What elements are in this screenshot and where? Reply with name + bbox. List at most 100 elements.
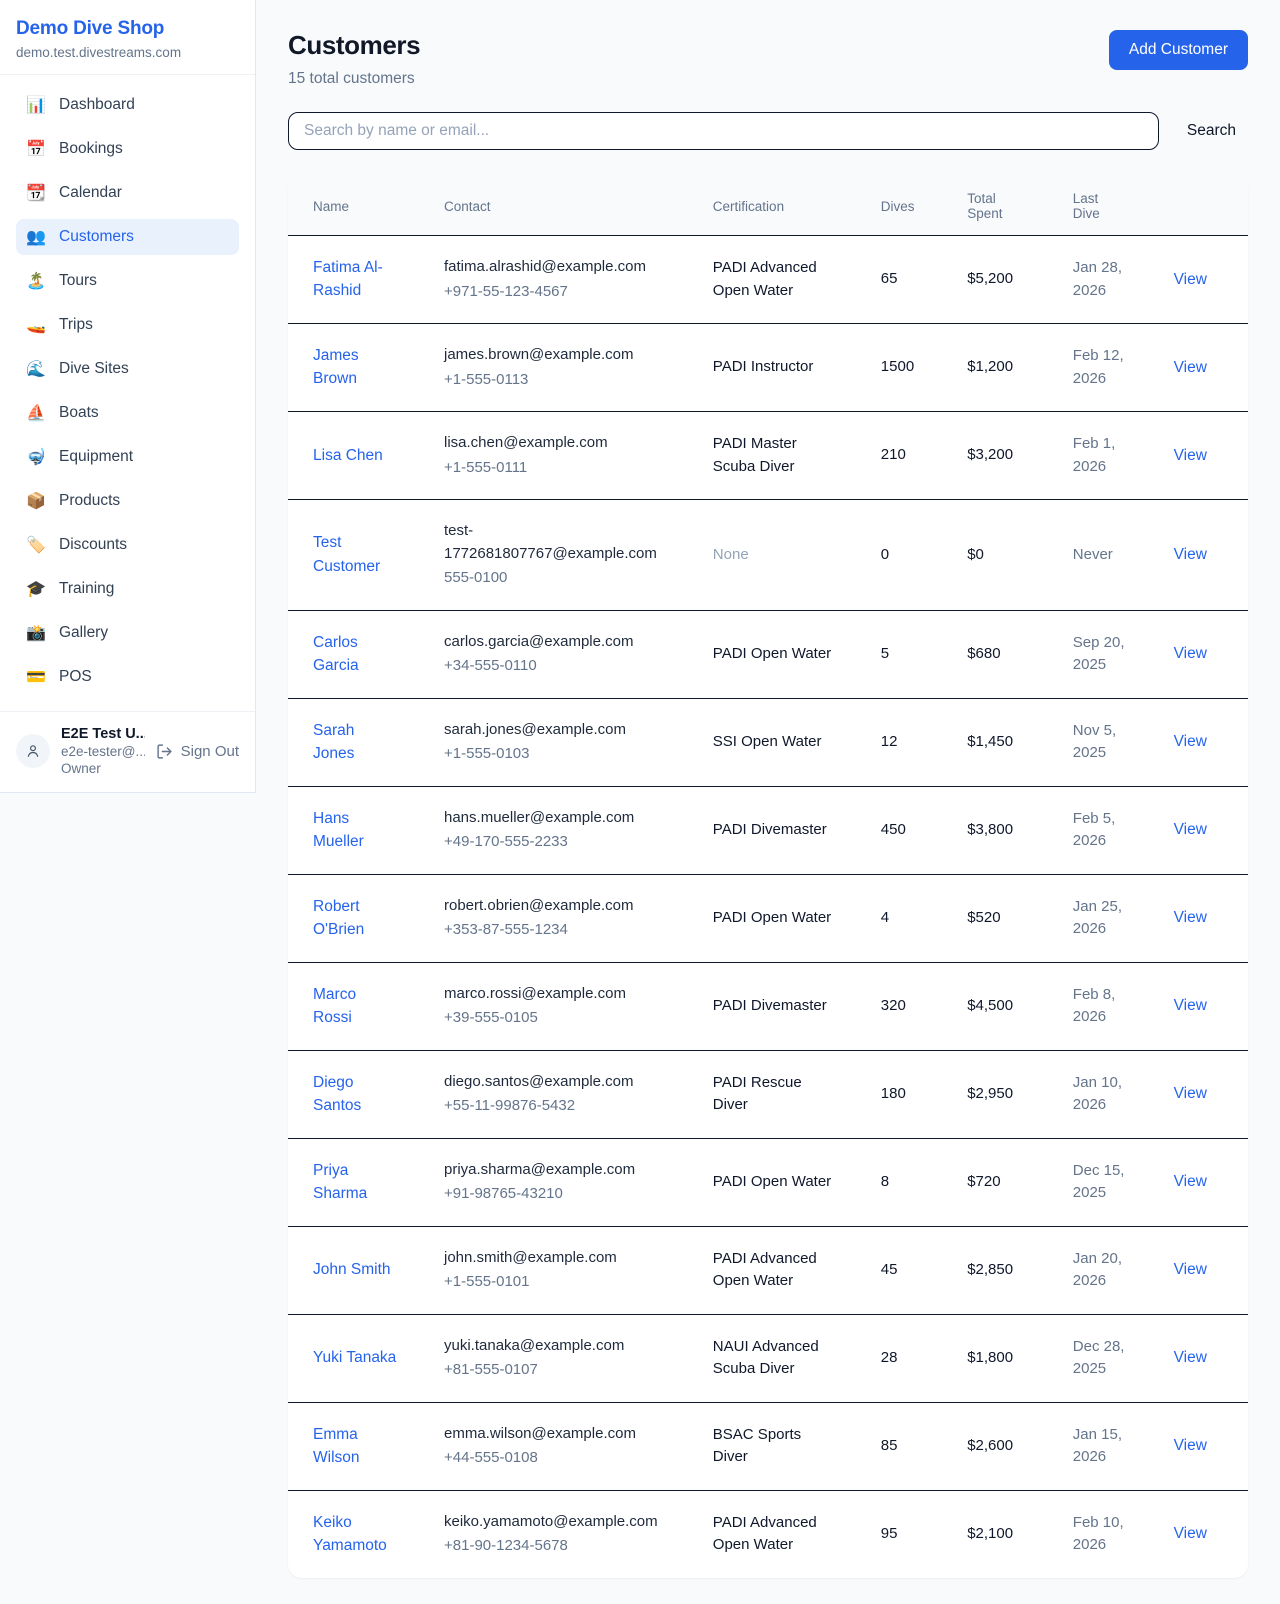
sidebar-item-label: Dashboard	[59, 96, 135, 114]
table-row: John Smith john.smith@example.com +1-555…	[288, 1226, 1248, 1314]
user-role: Owner	[61, 761, 145, 776]
customer-total-spent: $520	[955, 874, 1061, 962]
page-header: Customers 15 total customers Add Custome…	[288, 30, 1248, 88]
customer-name-link[interactable]: Lisa Chen	[313, 447, 383, 464]
customer-last-dive: Jan 10, 2026	[1061, 1050, 1162, 1138]
customer-total-spent: $1,200	[955, 324, 1061, 412]
customer-name-link[interactable]: Marco Rossi	[313, 1009, 399, 1026]
search-input[interactable]	[288, 112, 1159, 150]
customer-certification: PADI Instructor	[701, 324, 869, 412]
training-icon: 🎓	[26, 579, 46, 599]
customer-total-spent: $2,850	[955, 1226, 1061, 1314]
customer-name-link[interactable]: Priya Sharma	[313, 1185, 399, 1202]
customers-icon: 👥	[26, 227, 46, 247]
boats-icon: ⛵	[26, 403, 46, 423]
view-link[interactable]: View	[1174, 1525, 1207, 1542]
app-root: Demo Dive Shop demo.test.divestreams.com…	[0, 0, 1280, 1604]
sidebar-item-dashboard[interactable]: 📊 Dashboard	[16, 87, 239, 123]
view-link[interactable]: View	[1174, 271, 1207, 288]
view-link[interactable]: View	[1174, 733, 1207, 750]
customer-dives: 210	[869, 412, 955, 500]
view-link[interactable]: View	[1174, 645, 1207, 662]
customer-certification: PADI Master Scuba Diver	[701, 412, 869, 500]
customer-last-dive: Feb 12, 2026	[1061, 324, 1162, 412]
view-link[interactable]: View	[1174, 1437, 1207, 1454]
customer-phone: +44-555-0108	[444, 1447, 689, 1470]
view-link[interactable]: View	[1174, 909, 1207, 926]
avatar	[16, 734, 50, 768]
customer-phone: +1-555-0111	[444, 457, 689, 480]
view-link[interactable]: View	[1174, 1349, 1207, 1366]
customer-email: lisa.chen@example.com	[444, 432, 689, 455]
column-header-dives: Dives	[869, 177, 955, 236]
customer-name-link[interactable]: Sarah Jones	[313, 745, 399, 762]
customer-email: yuki.tanaka@example.com	[444, 1335, 689, 1358]
view-link[interactable]: View	[1174, 821, 1207, 838]
customer-total-spent: $3,200	[955, 412, 1061, 500]
column-header-last-dive: Last Dive	[1061, 177, 1162, 236]
sidebar-item-customers[interactable]: 👥 Customers	[16, 219, 239, 255]
view-link[interactable]: View	[1174, 1261, 1207, 1278]
customer-total-spent: $720	[955, 1138, 1061, 1226]
customer-dives: 180	[869, 1050, 955, 1138]
customer-email: sarah.jones@example.com	[444, 719, 689, 742]
customer-name-link[interactable]: Fatima Al-Rashid	[313, 282, 399, 299]
customer-name-link[interactable]: Yuki Tanaka	[313, 1349, 396, 1366]
view-link[interactable]: View	[1174, 546, 1207, 563]
table-row: Robert O'Brien robert.obrien@example.com…	[288, 874, 1248, 962]
customer-name-link[interactable]: Robert O'Brien	[313, 921, 399, 938]
gallery-icon: 📸	[26, 623, 46, 643]
main-content: Customers 15 total customers Add Custome…	[256, 0, 1280, 1604]
sidebar-item-products[interactable]: 📦 Products	[16, 483, 239, 519]
customer-total-spent: $3,800	[955, 786, 1061, 874]
customer-name-link[interactable]: Keiko Yamamoto	[313, 1537, 399, 1554]
view-link[interactable]: View	[1174, 447, 1207, 464]
sidebar-item-equipment[interactable]: 🤿 Equipment	[16, 439, 239, 475]
customer-total-spent: $1,450	[955, 698, 1061, 786]
sidebar-item-pos[interactable]: 💳 POS	[16, 659, 239, 695]
sidebar-item-boats[interactable]: ⛵ Boats	[16, 395, 239, 431]
equipment-icon: 🤿	[26, 447, 46, 467]
sign-out-icon	[156, 743, 173, 760]
dashboard-icon: 📊	[26, 95, 46, 115]
customer-name-link[interactable]: Hans Mueller	[313, 833, 399, 850]
customer-email: john.smith@example.com	[444, 1247, 689, 1270]
table-row: Sarah Jones sarah.jones@example.com +1-5…	[288, 698, 1248, 786]
sidebar-item-label: Equipment	[59, 448, 133, 466]
customer-name-link[interactable]: John Smith	[313, 1261, 391, 1278]
sidebar-item-calendar[interactable]: 📆 Calendar	[16, 175, 239, 211]
sign-out-button[interactable]: Sign Out	[156, 743, 239, 760]
column-header-certification: Certification	[701, 177, 869, 236]
table-row: Yuki Tanaka yuki.tanaka@example.com +81-…	[288, 1314, 1248, 1402]
table-row: Diego Santos diego.santos@example.com +5…	[288, 1050, 1248, 1138]
user-name: E2E Test U...	[61, 726, 145, 742]
customer-name-link[interactable]: Emma Wilson	[313, 1449, 399, 1466]
shop-name[interactable]: Demo Dive Shop	[16, 18, 239, 40]
sidebar-item-dive-sites[interactable]: 🌊 Dive Sites	[16, 351, 239, 387]
customer-name-link[interactable]: James Brown	[313, 370, 399, 387]
search-button[interactable]: Search	[1175, 114, 1248, 148]
view-link[interactable]: View	[1174, 997, 1207, 1014]
view-link[interactable]: View	[1174, 1173, 1207, 1190]
sidebar-item-tours[interactable]: 🏝️ Tours	[16, 263, 239, 299]
customer-name-link[interactable]: Test Customer	[313, 558, 399, 575]
customer-email: test-1772681807767@example.com	[444, 520, 689, 565]
customer-email: james.brown@example.com	[444, 344, 689, 367]
sidebar-item-training[interactable]: 🎓 Training	[16, 571, 239, 607]
customer-email: marco.rossi@example.com	[444, 983, 689, 1006]
sidebar-item-bookings[interactable]: 📅 Bookings	[16, 131, 239, 167]
sidebar-item-gallery[interactable]: 📸 Gallery	[16, 615, 239, 651]
sidebar-item-discounts[interactable]: 🏷️ Discounts	[16, 527, 239, 563]
add-customer-button[interactable]: Add Customer	[1109, 30, 1248, 70]
table-row: Test Customer test-1772681807767@example…	[288, 500, 1248, 611]
customer-phone: +81-90-1234-5678	[444, 1535, 689, 1558]
customer-last-dive: Nov 5, 2025	[1061, 698, 1162, 786]
page-heading-group: Customers 15 total customers	[288, 30, 420, 88]
customer-email: diego.santos@example.com	[444, 1071, 689, 1094]
view-link[interactable]: View	[1174, 1085, 1207, 1102]
sidebar-item-trips[interactable]: 🚤 Trips	[16, 307, 239, 343]
customer-count: 15 total customers	[288, 70, 420, 88]
customer-name-link[interactable]: Diego Santos	[313, 1097, 399, 1114]
customer-name-link[interactable]: Carlos Garcia	[313, 657, 399, 674]
view-link[interactable]: View	[1174, 359, 1207, 376]
